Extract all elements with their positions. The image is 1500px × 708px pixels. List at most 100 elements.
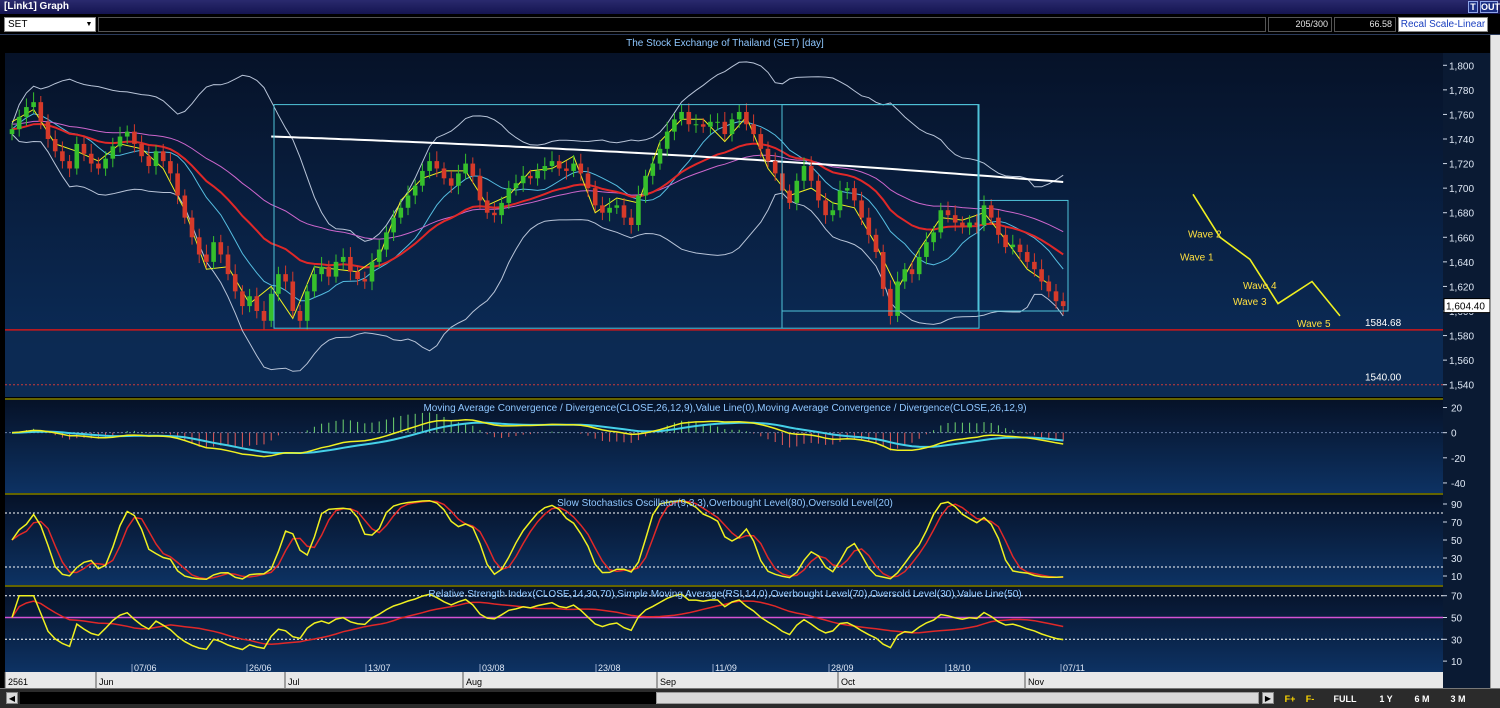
candle-body [153, 151, 159, 167]
candle-body [722, 121, 728, 135]
candle-body [67, 161, 72, 169]
rsi-y-tick-label: 70 [1451, 592, 1463, 603]
candle-body [405, 195, 411, 208]
candle-body [672, 119, 677, 132]
status-field [98, 17, 1266, 32]
symbol-selector[interactable]: SET ▼ [4, 17, 96, 32]
scroll-left-arrow[interactable]: ◀ [6, 692, 18, 704]
stoch-y-tick-label: 90 [1451, 500, 1463, 511]
level-label-1584: 1584.68 [1365, 318, 1402, 329]
range-full-button[interactable]: FULL [1330, 692, 1360, 706]
candle-body [866, 217, 872, 235]
candle-body [319, 266, 324, 275]
candle-body [96, 163, 101, 169]
macd-title: Moving Average Convergence / Divergence(… [423, 403, 1026, 414]
candle-body [1032, 261, 1037, 270]
candle-body [729, 119, 735, 135]
candle-body [384, 232, 389, 250]
toggle-t-button[interactable]: T [1468, 1, 1478, 13]
main-chart-title: The Stock Exchange of Thailand (SET) [da… [626, 38, 824, 49]
scroll-right-arrow[interactable]: ▶ [1262, 692, 1274, 704]
chevron-down-icon[interactable]: ▼ [84, 19, 94, 30]
candle-body [211, 242, 216, 262]
candle-body [873, 234, 879, 253]
stochastic-title: Slow Stochastics Oscillator(9,3,3),Overb… [557, 498, 893, 509]
bar-count-field: 205/300 [1268, 17, 1332, 32]
range-3m-button[interactable]: 3 M [1446, 692, 1470, 706]
candle-body [81, 143, 87, 154]
candle-body [276, 274, 281, 294]
candle-body [420, 170, 425, 186]
candle-body [38, 102, 44, 122]
candle-body [283, 274, 288, 282]
candle-body [924, 242, 929, 257]
scrollbar-track[interactable] [20, 692, 656, 704]
candle-body [564, 168, 569, 171]
candle-body [355, 271, 360, 280]
wave-label-2: Wave 2 [1188, 229, 1222, 240]
candle-body [938, 210, 944, 233]
candle-body [600, 205, 605, 213]
wave-label-3: Wave 3 [1233, 297, 1267, 308]
x-day-label: 07/11 [1063, 663, 1085, 673]
candle-body [240, 291, 245, 307]
candle-body [232, 274, 238, 292]
font-larger-button[interactable]: F+ [1282, 692, 1298, 706]
candle-body [182, 195, 188, 218]
range-1y-button[interactable]: 1 Y [1374, 692, 1398, 706]
y-tick-label: 1,580 [1449, 332, 1474, 343]
x-day-label: 18/10 [948, 663, 971, 673]
y-tick-label: 1,700 [1449, 184, 1474, 195]
stoch-y-tick-label: 70 [1451, 518, 1463, 529]
y-tick-label: 1,540 [1449, 381, 1474, 392]
candle-body [499, 202, 504, 216]
x-month-label: Jul [288, 677, 300, 687]
candle-body [304, 291, 310, 321]
candle-body [787, 190, 792, 203]
candle-body [844, 188, 850, 191]
wave-label-1: Wave 1 [1180, 253, 1214, 264]
candle-body [801, 166, 807, 181]
candle-body [902, 269, 908, 282]
candle-body [664, 131, 670, 149]
candle-body [484, 200, 490, 213]
candle-body [1010, 244, 1016, 248]
candle-body [16, 116, 22, 130]
candle-body [708, 121, 713, 127]
chart-canvas[interactable]: 1584.68 1540.00 Wave 1 Wave 2 Wave 3 Wave 4 W… [0, 35, 1490, 688]
candle-body [772, 161, 778, 174]
candle-body [369, 261, 375, 282]
candle-body [434, 161, 440, 169]
font-smaller-button[interactable]: F- [1302, 692, 1318, 706]
candle-body [967, 222, 972, 228]
support-band [5, 329, 1443, 397]
candle-body [765, 148, 771, 162]
y-tick-label: 1,720 [1449, 160, 1474, 171]
candle-body [592, 188, 598, 206]
recal-scale-button[interactable]: Recal Scale-Linear [1398, 17, 1488, 32]
candle-body [794, 180, 800, 203]
candle-body [981, 205, 987, 225]
candle-body [326, 266, 332, 277]
candle-body [477, 175, 483, 201]
out-button[interactable]: OUT [1480, 1, 1500, 13]
y-tick-label: 1,680 [1449, 209, 1474, 220]
candle-body [880, 252, 886, 289]
candle-body [268, 293, 274, 321]
candle-body [916, 256, 922, 275]
window-title: [Link1] Graph [4, 1, 70, 12]
candle-body [607, 207, 612, 213]
candle-body [909, 269, 915, 275]
candle-body [333, 261, 339, 277]
candle-body [160, 151, 166, 162]
candle-body [168, 161, 173, 174]
x-month-label: Sep [660, 677, 676, 687]
last-price-label: 1,604.40 [1446, 302, 1485, 313]
candle-body [312, 274, 317, 292]
x-day-label: 13/07 [368, 663, 391, 673]
candle-body [888, 288, 893, 316]
stoch-y-tick-label: 30 [1451, 554, 1463, 565]
scrollbar-thumb[interactable] [656, 692, 1259, 704]
candle-body [88, 153, 94, 164]
range-6m-button[interactable]: 6 M [1410, 692, 1434, 706]
